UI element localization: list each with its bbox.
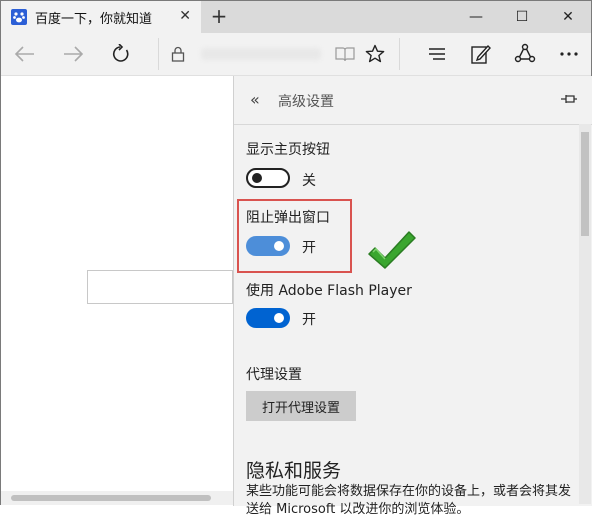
show-home-button-toggle[interactable] — [246, 168, 290, 188]
lock-icon — [171, 46, 185, 62]
back-arrow-icon[interactable] — [13, 42, 37, 66]
close-window-button[interactable]: ✕ — [545, 1, 591, 33]
highlight-box — [237, 199, 352, 273]
toggle-knob — [274, 313, 284, 323]
address-bar[interactable] — [158, 38, 400, 70]
vertical-scrollbar[interactable] — [579, 124, 591, 504]
show-home-button-label: 显示主页按钮 — [246, 142, 330, 158]
web-page-content — [1, 76, 233, 506]
privacy-services-heading: 隐私和服务 — [246, 460, 342, 482]
pin-icon[interactable] — [560, 90, 578, 108]
share-icon[interactable] — [513, 42, 537, 66]
favorite-star-icon[interactable] — [365, 44, 385, 64]
toggle-knob — [252, 173, 262, 183]
toggle-state-text: 开 — [302, 312, 316, 328]
hub-icon[interactable] — [425, 42, 449, 66]
blurred-url — [201, 48, 321, 60]
flash-player-label: 使用 Adobe Flash Player — [246, 283, 412, 299]
back-chevron-icon[interactable]: « — [250, 90, 260, 109]
forward-arrow-icon[interactable] — [61, 42, 85, 66]
new-tab-button[interactable]: + — [208, 5, 230, 27]
pane-header: « 高级设置 — [234, 76, 592, 125]
open-proxy-settings-button[interactable]: 打开代理设置 — [246, 391, 356, 421]
scrollbar-thumb[interactable] — [581, 132, 589, 236]
maximize-button[interactable]: ☐ — [499, 1, 545, 33]
toggle-state-text: 关 — [302, 173, 316, 189]
navigation-bar — [1, 33, 591, 76]
pane-title: 高级设置 — [278, 94, 334, 110]
scrollbar-thumb[interactable] — [11, 495, 211, 501]
title-bar: 百度一下，你就知道 ✕ + — ☐ ✕ — [1, 1, 591, 33]
minimize-button[interactable]: — — [453, 1, 499, 33]
flash-player-toggle[interactable] — [246, 308, 290, 328]
advanced-settings-pane: « 高级设置 显示主页按钮 关 阻止弹出窗口 开 使用 Adobe Flash … — [233, 76, 592, 517]
privacy-description: 某些功能可能会将数据保存在你的设备上，或者会将其发送给 Microsoft 以改… — [246, 484, 572, 517]
proxy-settings-label: 代理设置 — [246, 367, 302, 383]
horizontal-scrollbar[interactable] — [1, 491, 233, 505]
close-tab-icon[interactable]: ✕ — [179, 8, 191, 24]
search-input[interactable] — [87, 270, 233, 304]
baidu-paw-icon — [11, 9, 27, 25]
reading-view-icon[interactable] — [335, 46, 355, 62]
refresh-icon[interactable] — [109, 42, 133, 66]
checkmark-icon — [368, 231, 416, 269]
tab-title: 百度一下，你就知道 — [35, 11, 153, 27]
browser-tab[interactable]: 百度一下，你就知道 ✕ — [1, 1, 201, 33]
more-options-icon[interactable] — [557, 42, 581, 66]
web-note-icon[interactable] — [469, 42, 493, 66]
browser-window: 百度一下，你就知道 ✕ + — ☐ ✕ « 高级设置 显示主页按钮 关 阻止弹出… — [0, 0, 592, 517]
